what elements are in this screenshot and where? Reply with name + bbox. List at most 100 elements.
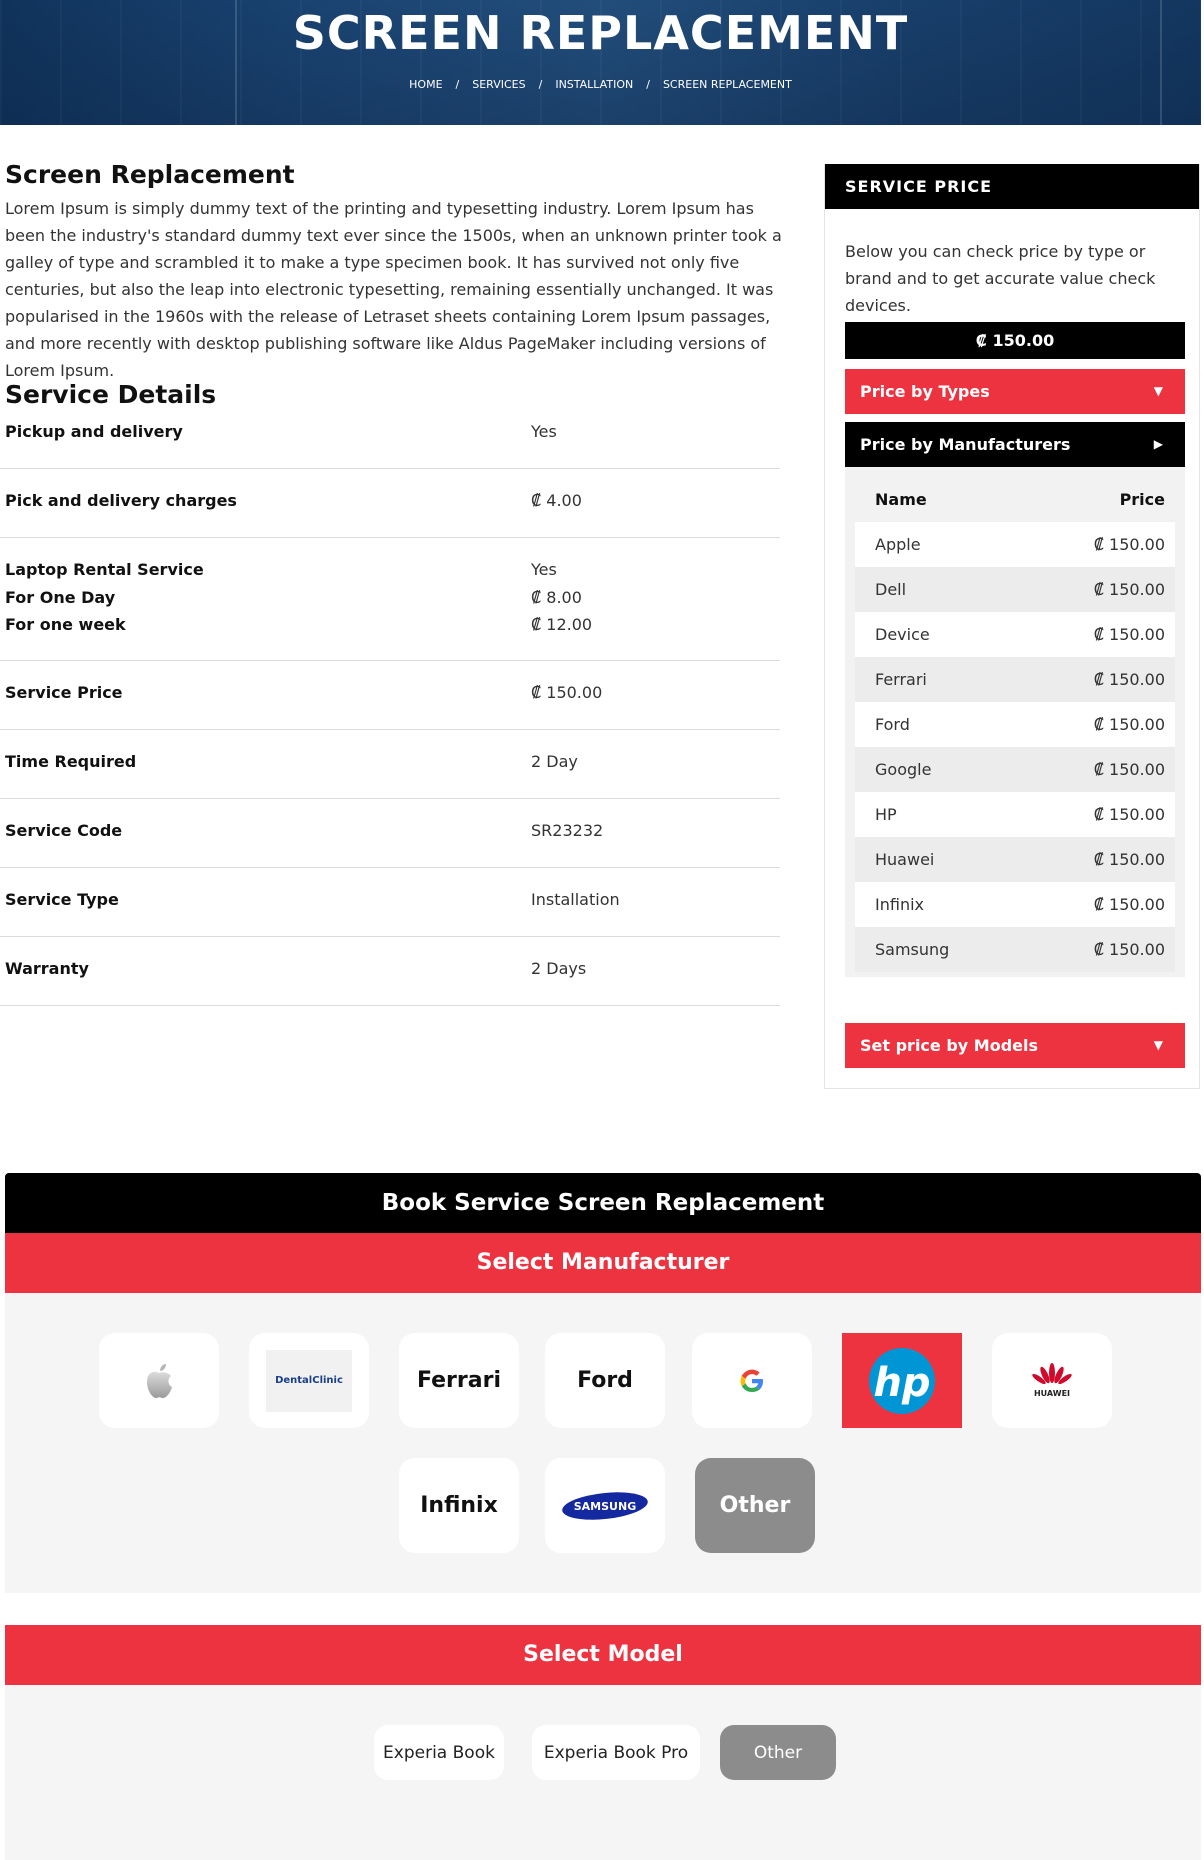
hp-logo-icon: hp	[869, 1347, 935, 1414]
price-table-row: HP ₡ 150.00	[855, 792, 1175, 837]
detail-value: Yes	[531, 560, 557, 579]
detail-row-warranty: Warranty 2 Days	[0, 937, 780, 1006]
dentalclinic-logo-icon: DentalClinic	[266, 1349, 352, 1412]
service-intro: Screen Replacement Lorem Ipsum is simply…	[5, 160, 795, 384]
manufacturer-name: Google	[875, 760, 932, 779]
price-table-row: Apple ₡ 150.00	[855, 522, 1175, 567]
price-table-row: Infinix ₡ 150.00	[855, 882, 1175, 927]
manufacturer-tile-samsung[interactable]: SAMSUNG	[545, 1458, 665, 1553]
model-list: Experia Book Experia Book Pro Other	[5, 1685, 1201, 1860]
manufacturer-grid: DentalClinic Ferrari Ford hp HUAWEI Infi…	[5, 1293, 1201, 1593]
price-table-row: Samsung ₡ 150.00	[855, 927, 1175, 972]
price-table-header: Name Price	[855, 477, 1175, 522]
breadcrumb-services[interactable]: SERVICES	[472, 78, 525, 91]
select-manufacturer-header: Select Manufacturer	[5, 1233, 1201, 1293]
price-table-price-header: Price	[1119, 490, 1165, 509]
manufacturer-name: Ferrari	[875, 670, 927, 689]
svg-text:hp: hp	[873, 1360, 930, 1406]
manufacturer-price-table: Name Price Apple ₡ 150.00 Dell ₡ 150.00 De…	[845, 467, 1185, 977]
manufacturer-name: HP	[875, 805, 897, 824]
detail-row-type: Service Type Installation	[0, 868, 780, 937]
manufacturer-name: Device	[875, 625, 930, 644]
breadcrumb-installation[interactable]: INSTALLATION	[555, 78, 633, 91]
booking-section: Book Service Screen Replacement Select M…	[5, 1173, 1201, 1860]
detail-sublabel: For one week	[5, 615, 126, 634]
breadcrumb-separator: /	[646, 78, 650, 91]
manufacturer-tile-apple[interactable]	[99, 1333, 219, 1428]
manufacturer-name: Samsung	[875, 940, 950, 959]
price-by-manufacturers-label: Price by Manufacturers	[860, 435, 1071, 454]
select-model-header: Select Model	[5, 1625, 1201, 1685]
page-hero: SCREEN REPLACEMENT HOME / SERVICES / INSTALL…	[0, 0, 1201, 125]
manufacturer-tile-ford[interactable]: Ford	[545, 1333, 665, 1428]
google-logo-icon	[740, 1369, 763, 1392]
model-label: Experia Book Pro	[543, 1742, 689, 1763]
service-details-title: Service Details	[5, 380, 217, 409]
breadcrumb-current: SCREEN REPLACEMENT	[662, 78, 792, 91]
detail-value: Yes	[531, 422, 557, 441]
huawei-logo-icon: HUAWEI	[1032, 1363, 1072, 1398]
dentalclinic-logo-text: DentalClinic	[275, 1375, 343, 1386]
service-title: Screen Replacement	[5, 160, 295, 189]
manufacturer-price: ₡ 150.00	[1093, 805, 1165, 824]
manufacturer-tile-dentalclinic[interactable]: DentalClinic	[249, 1333, 369, 1428]
detail-row-time: Time Required 2 Day	[0, 730, 780, 799]
sidebar-description: Below you can check price by type or bra…	[845, 242, 1156, 315]
breadcrumb: HOME / SERVICES / INSTALLATION / SCREEN REPLAC…	[0, 78, 1201, 91]
samsung-logo-text: SAMSUNG	[574, 1500, 636, 1513]
manufacturer-label: Other	[719, 1493, 791, 1518]
sidebar-price: ₡ 150.00	[845, 322, 1185, 359]
manufacturer-tile-huawei[interactable]: HUAWEI	[992, 1333, 1112, 1428]
section-spacer	[5, 1593, 1201, 1625]
detail-value: ₡ 150.00	[531, 683, 603, 702]
model-label: Experia Book	[383, 1742, 495, 1763]
model-option[interactable]: Experia Book	[374, 1725, 504, 1780]
detail-label: Pickup and delivery	[5, 422, 183, 441]
set-price-by-models-label: Set price by Models	[860, 1036, 1039, 1055]
manufacturer-price: ₡ 150.00	[1093, 940, 1165, 959]
breadcrumb-home[interactable]: HOME	[409, 78, 442, 91]
detail-value: Installation	[531, 890, 620, 909]
price-table-row: Device ₡ 150.00	[855, 612, 1175, 657]
service-price-sidebar: SERVICE PRICE Below you can check price …	[824, 164, 1200, 1089]
caret-down-icon: ▼	[1153, 1038, 1163, 1052]
price-table-name-header: Name	[875, 490, 927, 509]
apple-logo-icon	[147, 1363, 172, 1398]
manufacturer-tile-ferrari[interactable]: Ferrari	[399, 1333, 519, 1428]
manufacturer-name: Infinix	[875, 895, 924, 914]
samsung-logo-icon: SAMSUNG	[562, 1491, 648, 1520]
price-by-types-button[interactable]: Price by Types ▼	[845, 369, 1185, 414]
booking-title: Book Service Screen Replacement	[5, 1173, 1201, 1233]
huawei-logo-text: HUAWEI	[1033, 1389, 1071, 1398]
detail-row-service-price: Service Price ₡ 150.00	[0, 661, 780, 730]
page-title: SCREEN REPLACEMENT	[292, 6, 909, 60]
breadcrumb-separator: /	[538, 78, 543, 91]
manufacturer-price: ₡ 150.00	[1093, 850, 1165, 869]
manufacturer-name: Huawei	[875, 850, 935, 869]
manufacturer-price: ₡ 150.00	[1093, 670, 1165, 689]
detail-value: ₡ 4.00	[531, 491, 582, 510]
manufacturer-price: ₡ 150.00	[1093, 535, 1165, 554]
price-table-row: Ferrari ₡ 150.00	[855, 657, 1175, 702]
detail-label: Time Required	[5, 752, 137, 771]
detail-subvalue: ₡ 12.00	[531, 615, 593, 634]
manufacturer-name: Ford	[875, 715, 910, 734]
manufacturer-tile-infinix[interactable]: Infinix	[399, 1458, 519, 1553]
manufacturer-price: ₡ 150.00	[1093, 580, 1165, 599]
manufacturer-price: ₡ 150.00	[1093, 625, 1165, 644]
manufacturer-tile-hp[interactable]: hp	[842, 1333, 962, 1428]
manufacturer-name: Dell	[875, 580, 907, 599]
model-option-other[interactable]: Other	[720, 1725, 836, 1780]
model-option[interactable]: Experia Book Pro	[532, 1725, 700, 1780]
set-price-by-models-button[interactable]: Set price by Models ▼	[845, 1023, 1185, 1068]
caret-right-icon: ▶	[1153, 437, 1163, 451]
detail-label: Service Type	[5, 890, 119, 909]
manufacturer-price: ₡ 150.00	[1093, 895, 1165, 914]
manufacturer-tile-google[interactable]	[692, 1333, 812, 1428]
sidebar-title: SERVICE PRICE	[825, 164, 1199, 209]
manufacturer-label: Ford	[577, 1368, 633, 1393]
detail-subvalue: ₡ 8.00	[531, 588, 582, 607]
price-by-manufacturers-button[interactable]: Price by Manufacturers ▶	[845, 422, 1185, 467]
detail-sublabel: For One Day	[5, 588, 116, 607]
manufacturer-tile-other[interactable]: Other	[695, 1458, 815, 1553]
